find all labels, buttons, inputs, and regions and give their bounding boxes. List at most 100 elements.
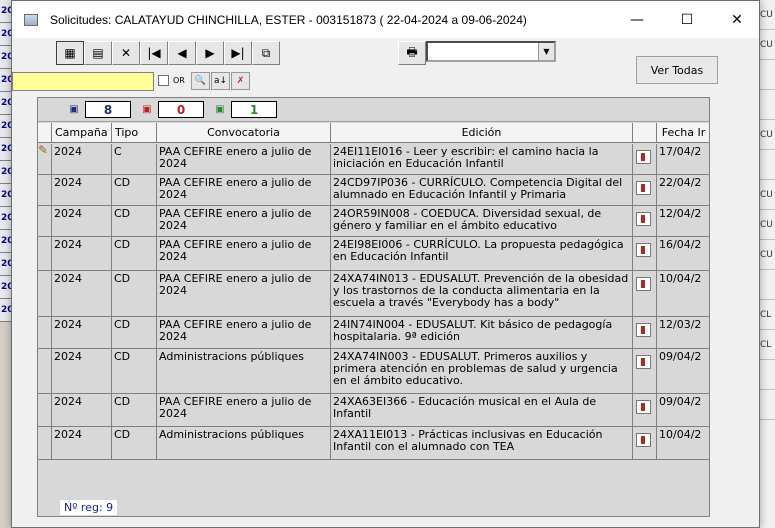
search-buttons: 🔍 a↓ ✗ [191,72,251,90]
cell-edicion: 24XA11EI013 - Prácticas inclusivas en Ed… [331,427,633,459]
print-button[interactable]: 🖶 [398,41,426,65]
cell-campana: 2024 [52,206,112,236]
form-view-button[interactable]: ▤ [84,41,112,65]
cell-fecha: 22/04/2 [657,175,709,205]
find-binoculars-icon[interactable]: 🔍 [191,72,210,90]
copy-records-button[interactable]: ⧉ [252,41,280,65]
cell-campana: 2024 [52,349,112,393]
first-record-button[interactable]: |◀ [140,41,168,65]
grid-view-button[interactable]: ▦ [56,41,84,65]
grid-view-icon: ▦ [64,46,76,60]
cell-convocatoria: Administracions públiques [157,349,331,393]
table-row[interactable]: 2024 CD PAA CEFIRE enero a julio de 2024 24… [38,394,709,427]
or-option[interactable]: OR [158,75,185,86]
window-title: Solicitudes: CALATAYUD CHINCHILLA, ESTER… [50,12,527,27]
counter: ▣ 0 [139,101,204,118]
cell-tipo: CD [112,206,157,236]
search-input[interactable] [12,72,154,91]
background-cell: 20 [0,92,14,115]
grid-rows: ✎ 2024 C PAA CEFIRE enero a julio de 2024 24… [38,144,709,460]
background-cell [760,150,775,180]
close-button[interactable]: ✕ [714,1,760,38]
table-row[interactable]: 2024 CD Administracions públiques 24XA74IN0… [38,349,709,394]
cell-convocatoria: PAA CEFIRE enero a julio de 2024 [157,317,331,348]
minimize-button[interactable]: — [614,1,660,38]
cell-tipo: CD [112,349,157,393]
cell-fecha: 09/04/2 [657,349,709,393]
table-row[interactable]: 2024 CD Administracions públiques 24XA11EI0… [38,427,709,460]
background-cell: CU [760,240,775,270]
cell-fecha: 16/04/2 [657,237,709,270]
printer-icon: 🖶 [406,44,418,59]
table-row[interactable]: 2024 CD PAA CEFIRE enero a julio de 2024 24… [38,206,709,237]
table-row[interactable]: 2024 CD PAA CEFIRE enero a julio de 2024 24… [38,317,709,349]
report-combo[interactable]: ▼ [426,41,556,62]
ver-todas-button[interactable]: Ver Todas [636,56,718,84]
column-header[interactable]: Edición [331,123,633,142]
table-row[interactable]: 2024 CD PAA CEFIRE enero a julio de 2024 24… [38,175,709,206]
background-cell: CL [760,300,775,330]
cell-edicion: 24CD97IP036 - CURRÍCULO. Competencia Dig… [331,175,633,205]
row-indicator [38,237,52,270]
cell-edicion: 24EI11EI016 - Leer y escribir: el camino… [331,144,633,174]
copy-records-icon: ⧉ [261,45,271,60]
pdf-icon[interactable] [636,323,651,337]
cell-convocatoria: PAA CEFIRE enero a julio de 2024 [157,237,331,270]
grid-header: Campaña Tipo Convocatoria Edición Fecha Ir [38,123,709,143]
column-header[interactable] [633,123,657,142]
cell-convocatoria: PAA CEFIRE enero a julio de 2024 [157,271,331,316]
background-cell: CU [760,180,775,210]
column-header[interactable]: Convocatoria [157,123,331,142]
background-left-column: 20 20 20 20 20 20 20 20 20 20 20 20 20 20 [0,0,14,528]
or-label: OR [173,76,185,85]
cell-tipo: CD [112,271,157,316]
clear-filter-icon[interactable]: ✗ [231,72,250,90]
background-cell: CL [760,330,775,360]
prev-record-icon: ◀ [177,46,187,60]
table-row[interactable]: ✎ 2024 C PAA CEFIRE enero a julio de 2024 24… [38,144,709,175]
cell-pdf [633,394,657,426]
column-header[interactable]: Fecha Ir [657,123,709,142]
app-icon [24,13,38,26]
background-cell: 20 [0,161,14,184]
sort-icon[interactable]: a↓ [211,72,230,90]
doc-check-icon: ▣ [69,104,79,115]
table-row[interactable]: 2024 CD PAA CEFIRE enero a julio de 2024 24… [38,237,709,271]
table-row[interactable]: 2024 CD PAA CEFIRE enero a julio de 2024 24… [38,271,709,317]
pdf-icon[interactable] [636,181,651,195]
cell-convocatoria: PAA CEFIRE enero a julio de 2024 [157,144,331,174]
row-indicator [38,394,52,426]
counters-bar: ▣ 8 ▣ 0 ▣ 1 [38,98,709,122]
cell-tipo: C [112,144,157,174]
pdf-icon[interactable] [636,150,651,164]
next-record-button[interactable]: ▶ [196,41,224,65]
cell-campana: 2024 [52,427,112,459]
row-indicator [38,427,52,459]
background-cell: 20 [0,184,14,207]
pdf-icon[interactable] [636,433,651,447]
cell-convocatoria: PAA CEFIRE enero a julio de 2024 [157,206,331,236]
cell-campana: 2024 [52,394,112,426]
background-cell: CU [760,120,775,150]
background-cell [760,360,775,390]
cell-fecha: 17/04/2 [657,144,709,174]
last-record-button[interactable]: ▶| [224,41,252,65]
first-record-icon: |◀ [147,46,161,60]
cell-tipo: CD [112,237,157,270]
pdf-icon[interactable] [636,277,651,291]
column-header[interactable]: Campaña [52,123,112,142]
pdf-icon[interactable] [636,400,651,414]
chevron-down-icon[interactable]: ▼ [538,43,554,60]
counter-value: 1 [231,101,277,118]
cancel-x-button[interactable]: ✕ [112,41,140,65]
column-header[interactable]: Tipo [112,123,157,142]
or-checkbox[interactable] [158,75,169,86]
prev-record-button[interactable]: ◀ [168,41,196,65]
pdf-icon[interactable] [636,355,651,369]
cell-tipo: CD [112,394,157,426]
pdf-icon[interactable] [636,243,651,257]
pdf-icon[interactable] [636,212,651,226]
row-indicator [38,349,52,393]
cell-pdf [633,427,657,459]
maximize-button[interactable]: ☐ [664,1,710,38]
